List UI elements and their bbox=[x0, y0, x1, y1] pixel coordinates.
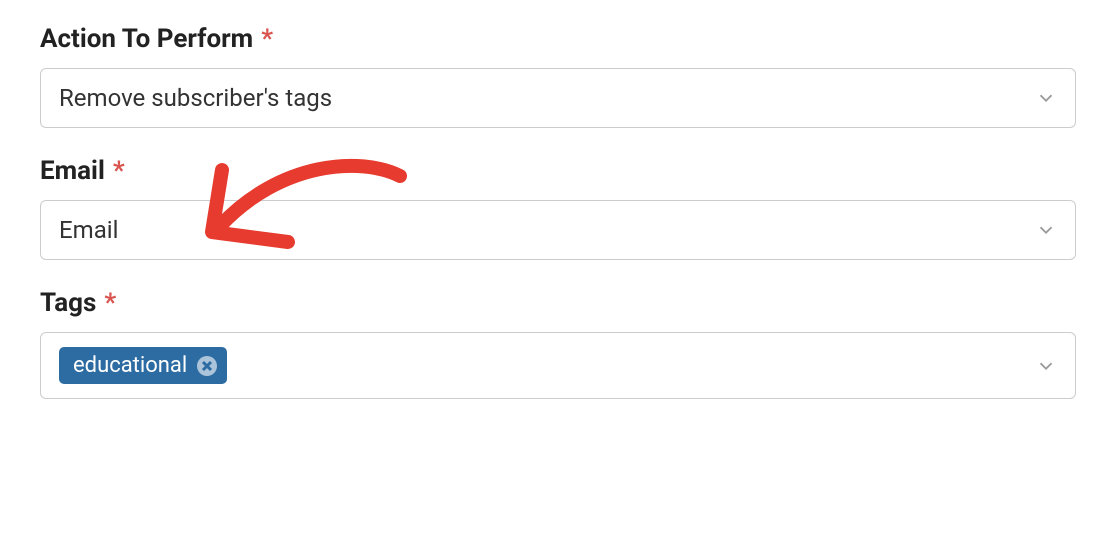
tags-label-text: Tags bbox=[40, 288, 96, 318]
tags-select[interactable]: educational bbox=[40, 332, 1076, 399]
field-email: Email * Email bbox=[40, 156, 1076, 260]
field-action: Action To Perform * Remove subscriber's … bbox=[40, 24, 1076, 128]
action-label: Action To Perform * bbox=[40, 24, 1076, 54]
action-label-text: Action To Perform bbox=[40, 24, 253, 54]
tag-remove-button[interactable] bbox=[197, 356, 217, 376]
tags-label: Tags * bbox=[40, 288, 1076, 318]
chevron-down-icon bbox=[1035, 355, 1057, 377]
required-asterisk: * bbox=[261, 24, 273, 54]
email-select[interactable]: Email bbox=[40, 200, 1076, 260]
required-asterisk: * bbox=[113, 156, 125, 186]
tags-select-value: educational bbox=[59, 347, 1035, 384]
required-asterisk: * bbox=[104, 288, 116, 318]
email-label: Email * bbox=[40, 156, 1076, 186]
action-select[interactable]: Remove subscriber's tags bbox=[40, 68, 1076, 128]
tag-chip-label: educational bbox=[73, 353, 187, 378]
action-select-value: Remove subscriber's tags bbox=[59, 84, 1035, 112]
chevron-down-icon bbox=[1035, 87, 1057, 109]
email-select-value: Email bbox=[59, 216, 1035, 244]
email-label-text: Email bbox=[40, 156, 105, 186]
field-tags: Tags * educational bbox=[40, 288, 1076, 399]
chevron-down-icon bbox=[1035, 219, 1057, 241]
tag-chip: educational bbox=[59, 347, 227, 384]
